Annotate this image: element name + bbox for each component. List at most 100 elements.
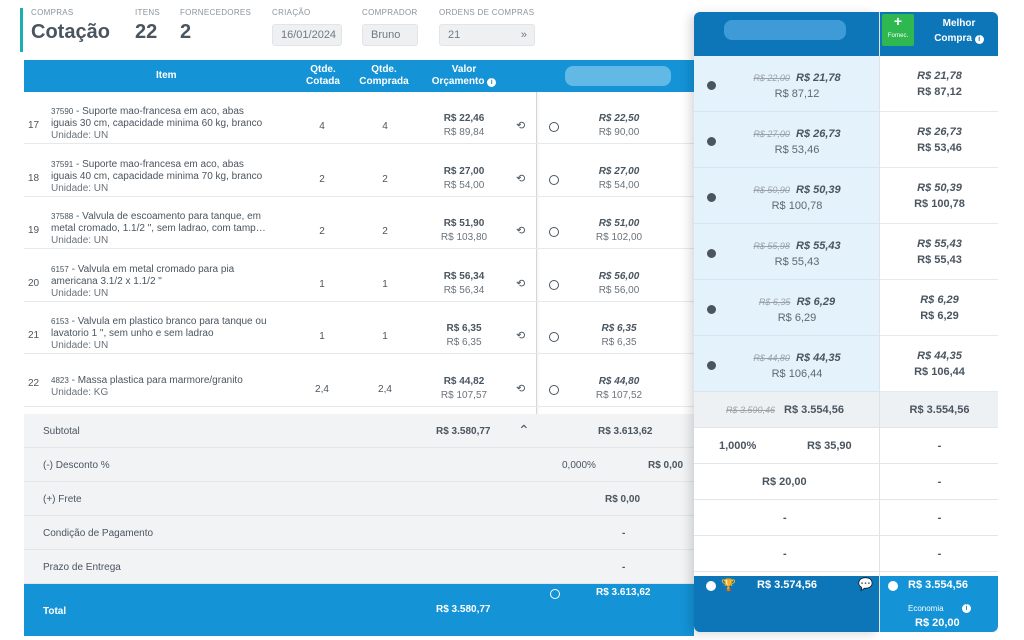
condicao-label: Condição de Pagamento (43, 528, 154, 539)
supplier2-total: R$ 87,12 (774, 88, 820, 100)
best-unit-value: R$ 44,35 (917, 350, 962, 362)
ordens-field[interactable]: 21 » (439, 24, 535, 46)
frete-supplier1[interactable]: R$ 0,00 (605, 494, 640, 505)
history-icon[interactable]: ⟲ (516, 224, 525, 237)
best-total: R$ 100,78 (914, 198, 965, 210)
prazo-label: Prazo de Entrega (43, 562, 121, 573)
item-unit: Unidade: UN (51, 130, 109, 141)
item-code: 37591 (51, 160, 74, 169)
add-fornecedor-button[interactable]: + Fornec. (882, 14, 914, 46)
orcamento-unit: R$ 56,34 (443, 271, 485, 282)
item-code: 37588 (51, 212, 74, 221)
select-supplier2-item-radio[interactable] (707, 193, 716, 202)
select-supplier1-radio[interactable] (550, 589, 560, 599)
supplier2-frete-val[interactable]: R$ 20,00 (762, 476, 807, 488)
history-icon[interactable]: ⟲ (516, 382, 525, 395)
double-chevron-right-icon[interactable]: » (521, 25, 527, 45)
desconto-supplier1-pct[interactable]: 0,000% (562, 460, 596, 471)
row-number: 18 (28, 173, 40, 184)
supplier2-name-redacted (724, 20, 846, 40)
item-code: 37590 (51, 107, 74, 116)
orcamento-unit: R$ 6,35 (446, 323, 482, 334)
info-icon[interactable]: i (974, 35, 984, 44)
info-icon[interactable]: i (962, 604, 971, 613)
supplier2-prazo-val[interactable]: - (783, 548, 787, 560)
qtd-comprada: 4 (382, 121, 388, 132)
history-icon[interactable]: ⟲ (516, 119, 525, 132)
best-condicao: - (880, 500, 998, 536)
history-icon[interactable]: ⟲ (516, 172, 525, 185)
comment-icon[interactable]: 💬 (858, 577, 873, 591)
supplier2-values: R$ 44,80 R$ 44,35 R$ 106,44 (732, 350, 862, 382)
supplier2-condicao-val[interactable]: - (783, 512, 787, 524)
select-item-radio[interactable] (549, 122, 559, 132)
item-unit: Unidade: UN (51, 235, 109, 246)
select-supplier2-item-radio[interactable] (707, 249, 716, 258)
item-desc-line2: iguais 30 cm, capacidade minima 60 kg, b… (51, 118, 263, 129)
select-best-radio[interactable] (888, 581, 898, 591)
economia-label: Economia (908, 604, 944, 613)
supplier1-values: R$ 27,00 R$ 54,00 (579, 165, 659, 193)
supplier2-unit: R$ 21,78 (796, 72, 841, 84)
supplier2-desconto-pct[interactable]: 1,000% (719, 440, 756, 452)
qtd-cotada: 1 (319, 331, 325, 342)
subtotal-label: Subtotal (43, 426, 80, 437)
orcamento-total: R$ 6,35 (446, 337, 482, 348)
select-supplier2-item-radio[interactable] (707, 81, 716, 90)
collapse-chevron-up-icon[interactable]: ⌃ (518, 422, 530, 439)
select-supplier2-item-radio[interactable] (707, 361, 716, 370)
items-table: 17 37590 - Suporte mao-francesa em aco, a… (24, 92, 694, 584)
supplier1-unit: R$ 44,80 (598, 376, 640, 387)
qtd-cotada: 1 (319, 279, 325, 290)
supplier2-total: R$ 3.574,56 (757, 579, 817, 591)
best-total: R$ 87,12 (917, 86, 962, 98)
condicao-supplier1[interactable]: - (622, 528, 625, 539)
subtotal-row: Subtotal R$ 3.580,77 ⌃ R$ 3.613,62 (24, 414, 694, 448)
item-desc-line1: Suporte mao-francesa em aco, abas (82, 159, 244, 170)
select-supplier2-item-radio[interactable] (707, 137, 716, 146)
criacao-label: CRIAÇÃO (272, 8, 311, 17)
supplier2-prazo: - (694, 536, 879, 572)
supplier1-total: R$ 6,35 (601, 337, 637, 348)
supplier2-footer: 🏆 R$ 3.574,56 💬 (694, 576, 879, 632)
best-footer: R$ 3.554,56 Economia i R$ 20,00 (880, 576, 998, 632)
select-item-radio[interactable] (549, 332, 559, 342)
supplier1-unit: R$ 6,35 (601, 323, 637, 334)
best-unit: R$ 6,29 (880, 292, 998, 308)
info-icon[interactable]: i (487, 78, 497, 87)
best-unit-value: R$ 21,78 (917, 70, 962, 82)
fornecedores-count: 2 (180, 21, 192, 43)
best-unit-value: R$ 50,39 (917, 182, 962, 194)
select-item-radio[interactable] (549, 385, 559, 395)
select-supplier2-radio[interactable] (706, 581, 716, 591)
row-number: 19 (28, 225, 40, 236)
best-desconto-value: - (937, 440, 942, 452)
supplier2-unit: R$ 6,29 (796, 296, 836, 308)
item-description: 37590 - Suporte mao-francesa em aco, aba… (51, 106, 263, 141)
select-supplier2-item-radio[interactable] (707, 305, 716, 314)
supplier2-old-price: R$ 6,35 (758, 297, 791, 307)
best-subtotal-value: R$ 3.554,56 (909, 404, 970, 416)
best-total: R$ 106,44 (914, 366, 965, 378)
history-icon[interactable]: ⟲ (516, 329, 525, 342)
best-purchase-title[interactable]: Melhor Compra i (924, 16, 994, 46)
select-item-radio[interactable] (549, 227, 559, 237)
supplier1-unit: R$ 27,00 (598, 166, 640, 177)
criacao-field: 16/01/2024 (272, 24, 342, 46)
supplier1-values: R$ 6,35 R$ 6,35 (579, 322, 659, 350)
history-icon[interactable]: ⟲ (516, 277, 525, 290)
best-row: R$ 6,29 R$ 6,29 (880, 280, 998, 336)
qtd-cotada: 2,4 (315, 384, 329, 395)
prazo-supplier1[interactable]: - (622, 562, 625, 573)
supplier2-unit: R$ 55,43 (796, 240, 841, 252)
supplier1-unit: R$ 51,00 (598, 218, 640, 229)
table-row: 21 6153 - Valvula em plastico branco para… (24, 302, 694, 354)
supplier2-subtotal: R$ 3.590,46 R$ 3.554,56 (694, 392, 879, 428)
select-item-radio[interactable] (549, 175, 559, 185)
fornecedores-label: FORNECEDORES (180, 8, 252, 17)
qtd-cotada: 4 (319, 121, 325, 132)
col-valor-orcamento[interactable]: Valor Orçamento i (429, 64, 499, 88)
select-item-radio[interactable] (549, 280, 559, 290)
best-row: R$ 55,43 R$ 55,43 (880, 224, 998, 280)
best-condicao-value: - (937, 512, 942, 524)
